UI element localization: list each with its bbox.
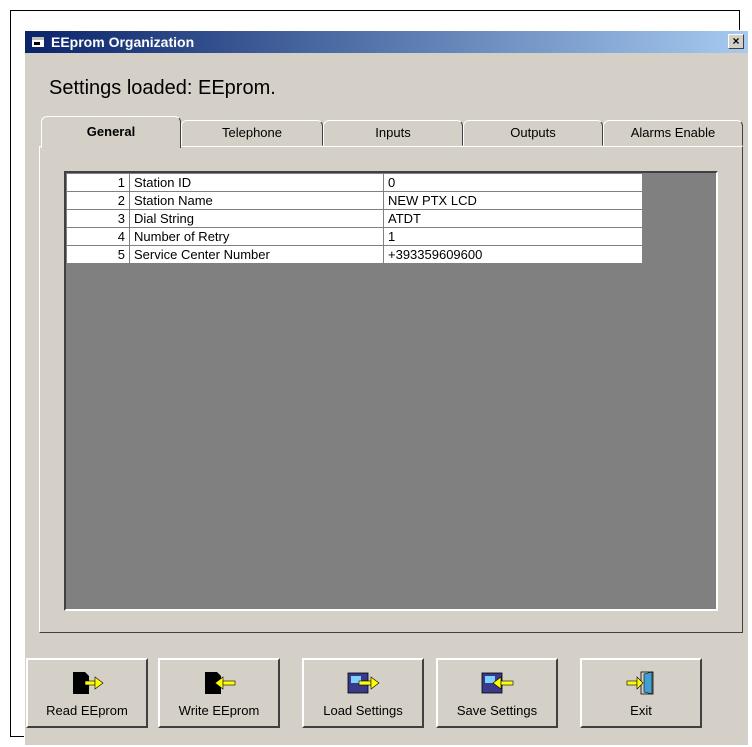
window-title: EEprom Organization [51, 34, 195, 50]
tab-alarms-enable[interactable]: Alarms Enable [603, 120, 743, 146]
write-eeprom-label: Write EEprom [178, 703, 260, 718]
setting-name: Station Name [129, 191, 384, 210]
exit-label: Exit [630, 703, 652, 718]
read-eeprom-button[interactable]: Read EEprom [26, 658, 148, 728]
chip-arrow-left-icon [205, 672, 236, 694]
setting-value[interactable]: ATDT [383, 209, 643, 228]
load-settings-label: Load Settings [323, 703, 403, 718]
write-eeprom-button[interactable]: Write EEprom [158, 658, 280, 728]
row-number: 4 [66, 227, 130, 246]
computer-arrow-right-icon [347, 672, 380, 694]
computer-arrow-left-icon [481, 672, 514, 694]
setting-name: Service Center Number [129, 245, 384, 264]
row-number: 1 [66, 173, 130, 192]
settings-grid: 1 Station ID 0 2 Station Name NEW PTX LC… [64, 171, 718, 611]
row-number: 5 [66, 245, 130, 264]
tab-outputs[interactable]: Outputs [463, 120, 603, 146]
eeprom-window: EEprom Organization × Settings loaded: E… [24, 30, 748, 745]
general-tab-panel: 1 Station ID 0 2 Station Name NEW PTX LC… [39, 146, 743, 633]
setting-name: Station ID [129, 173, 384, 192]
door-exit-icon [626, 671, 654, 695]
save-settings-label: Save Settings [456, 703, 538, 718]
table-row[interactable]: 1 Station ID 0 [66, 173, 643, 192]
setting-name: Number of Retry [129, 227, 384, 246]
settings-table: 1 Station ID 0 2 Station Name NEW PTX LC… [66, 173, 643, 264]
status-text: Settings loaded: EEprom. [49, 77, 276, 99]
table-row[interactable]: 4 Number of Retry 1 [66, 227, 643, 246]
load-settings-button[interactable]: Load Settings [302, 658, 424, 728]
close-icon: × [732, 34, 740, 48]
setting-value[interactable]: +393359609600 [383, 245, 643, 264]
row-number: 2 [66, 191, 130, 210]
save-settings-button[interactable]: Save Settings [436, 658, 558, 728]
table-row[interactable]: 2 Station Name NEW PTX LCD [66, 191, 643, 210]
chip-arrow-right-icon [73, 672, 104, 694]
title-bar: EEprom Organization × [25, 31, 748, 53]
window-icon [32, 37, 44, 47]
setting-name: Dial String [129, 209, 384, 228]
tab-inputs[interactable]: Inputs [323, 120, 463, 146]
tab-general[interactable]: General [41, 116, 181, 148]
setting-value[interactable]: 0 [383, 173, 643, 192]
read-eeprom-label: Read EEprom [46, 703, 128, 718]
exit-button[interactable]: Exit [580, 658, 702, 728]
table-row[interactable]: 3 Dial String ATDT [66, 209, 643, 228]
setting-value[interactable]: NEW PTX LCD [383, 191, 643, 210]
setting-value[interactable]: 1 [383, 227, 643, 246]
tab-telephone[interactable]: Telephone [181, 120, 323, 146]
close-button[interactable]: × [728, 34, 744, 49]
row-number: 3 [66, 209, 130, 228]
table-row[interactable]: 5 Service Center Number +393359609600 [66, 245, 643, 264]
